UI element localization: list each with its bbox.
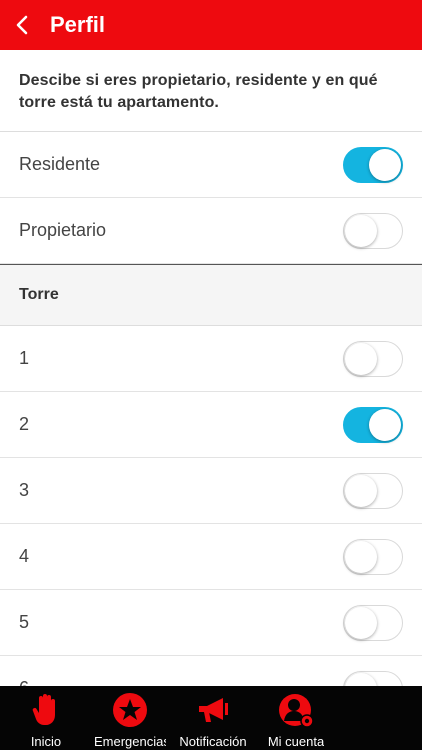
propietario-toggle[interactable] xyxy=(343,212,403,249)
tab-notificacion[interactable]: Notificación xyxy=(168,686,258,750)
section-label: Torre xyxy=(19,286,59,303)
tower-row-6: 6 xyxy=(0,656,422,686)
tower-row-2: 2 xyxy=(0,392,422,458)
app-header: Perfil xyxy=(0,0,422,50)
tab-inicio[interactable]: Inicio xyxy=(0,686,92,750)
tower-row-3: 3 xyxy=(0,458,422,524)
back-button[interactable] xyxy=(0,0,44,50)
megaphone-icon xyxy=(195,692,231,728)
role-label: Residente xyxy=(19,154,101,174)
toggle-knob xyxy=(345,540,377,573)
tower-3-toggle[interactable] xyxy=(343,472,403,509)
residente-toggle[interactable] xyxy=(343,146,403,183)
tower-1-toggle[interactable] xyxy=(343,340,403,377)
toggle-knob xyxy=(369,408,401,441)
toggle-knob xyxy=(345,342,377,375)
tower-label: 6 xyxy=(19,678,29,686)
tab-label: Mi cuenta xyxy=(267,734,325,749)
tab-mi-cuenta[interactable]: Mi cuenta xyxy=(258,686,334,750)
tower-label: 1 xyxy=(19,348,30,368)
star-badge-icon xyxy=(112,692,148,728)
page-title: Perfil xyxy=(50,12,106,37)
tower-label: 3 xyxy=(19,480,30,500)
tower-6-toggle[interactable] xyxy=(343,670,403,686)
role-label: Propietario xyxy=(19,220,107,240)
tab-label: Emergencias xyxy=(94,734,166,749)
bottom-tab-bar: Inicio Emergencias Notificación Mi cuent… xyxy=(0,686,422,750)
intro-text: Descibe si eres propietario, residente y… xyxy=(0,50,422,132)
tab-label: Notificación xyxy=(179,734,247,749)
tower-2-toggle[interactable] xyxy=(343,406,403,443)
tower-label: 5 xyxy=(19,612,30,632)
toggle-knob xyxy=(345,474,377,507)
tab-label: Inicio xyxy=(30,734,62,749)
tower-4-toggle[interactable] xyxy=(343,538,403,575)
tower-label: 4 xyxy=(19,546,30,566)
tower-5-toggle[interactable] xyxy=(343,604,403,641)
tower-row-5: 5 xyxy=(0,590,422,656)
role-row-propietario: Propietario xyxy=(0,198,422,264)
tower-label: 2 xyxy=(19,414,30,434)
profile-content[interactable]: Descibe si eres propietario, residente y… xyxy=(0,50,422,686)
chevron-left-icon xyxy=(16,15,28,35)
toggle-knob xyxy=(345,214,377,247)
torre-section-header: Torre xyxy=(0,264,422,326)
user-gear-icon xyxy=(278,692,314,728)
toggle-knob xyxy=(345,606,377,639)
role-row-residente: Residente xyxy=(0,132,422,198)
tower-row-4: 4 xyxy=(0,524,422,590)
toggle-knob xyxy=(345,672,377,686)
tower-row-1: 1 xyxy=(0,326,422,392)
toggle-knob xyxy=(369,148,401,181)
tab-emergencias[interactable]: Emergencias xyxy=(92,686,168,750)
hand-icon xyxy=(28,692,64,728)
